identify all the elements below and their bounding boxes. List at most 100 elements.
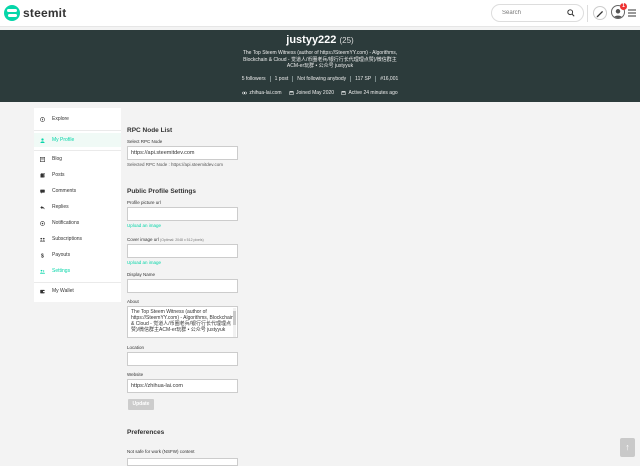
header-divider [587, 5, 588, 22]
sidebar-item-label: Notifications [52, 220, 80, 226]
sidebar-item-label: Payouts [52, 252, 71, 258]
sidebar-item-label: Posts [52, 172, 65, 178]
cover-image-url-field[interactable] [127, 244, 238, 258]
profile-name: justyy222 [286, 34, 337, 46]
svg-text:$: $ [41, 253, 44, 258]
submit-post-button[interactable] [593, 6, 607, 20]
preferences-title: Preferences [127, 429, 165, 436]
about-label: About [127, 299, 139, 304]
sidebar-item-label: Replies [52, 204, 69, 210]
settings-form: RPC Node List Select RPC Node https://ap… [127, 108, 427, 466]
sidebar-item-label: Subscriptions [52, 236, 83, 242]
joined-date: Joined May 2020 [295, 90, 335, 96]
search-box[interactable] [491, 4, 584, 22]
profile-name-line: justyy222 (25) [0, 34, 640, 46]
search-input[interactable] [502, 7, 562, 19]
sidebar-item-posts[interactable]: Posts [34, 168, 121, 182]
compass-icon [40, 116, 45, 122]
sidebar-item-label: Comments [52, 188, 77, 194]
reputation: (25) [339, 36, 354, 45]
steemit-logo[interactable]: steemit [4, 5, 66, 21]
sidebar-item-label: Explore [52, 116, 69, 122]
nsfw-label: Not safe for work (NSFW) content [127, 449, 195, 454]
posts-icon [40, 172, 45, 177]
sidebar-item-comments[interactable]: Comments [34, 184, 121, 198]
joined-meta: Joined May 2020 [289, 90, 334, 96]
sidebar-item-blog[interactable]: Blog [34, 152, 121, 166]
website-field[interactable]: https://zhihua-lai.com [127, 379, 238, 393]
user-icon [40, 137, 45, 143]
upload-profile-image-link[interactable]: Upload an image [127, 223, 161, 228]
dollar-icon: $ [41, 253, 44, 258]
replies-icon [40, 205, 45, 209]
rpc-selected-hint: Selected RPC Node : https://api.steemitd… [127, 162, 223, 167]
rpc-node-label: Select RPC Node [127, 139, 163, 144]
cover-image-label-text: Cover image url [127, 237, 159, 242]
sidebar: Explore My Profile Blog Posts Comments R… [34, 108, 121, 302]
active-meta: Active 24 minutes ago [341, 90, 398, 96]
search-icon[interactable] [567, 9, 575, 17]
about-scrollbar[interactable] [233, 308, 236, 337]
rpc-section-title: RPC Node List [127, 127, 173, 134]
sidebar-item-label: Blog [52, 156, 63, 162]
profile-banner: justyy222 (25) The Top Steem Witness (au… [0, 30, 640, 102]
divider [34, 282, 121, 283]
nsfw-select[interactable] [127, 458, 238, 466]
link-icon [242, 91, 248, 94]
rpc-node-select[interactable]: https://api.steemitdev.com [127, 146, 238, 160]
sidebar-item-subscriptions[interactable]: Subscriptions [34, 232, 121, 246]
following-count[interactable]: Not following anybody [293, 76, 352, 82]
rank: #16,001 [380, 76, 399, 82]
steem-power: 117 SP [351, 76, 377, 82]
display-name-label: Display Name [127, 272, 156, 277]
sidebar-item-label: My Wallet [52, 288, 74, 294]
last-active: Active 24 minutes ago [348, 90, 398, 96]
profile-picture-url-field[interactable] [127, 207, 238, 221]
blog-icon [40, 156, 45, 162]
website-meta[interactable]: zhihua-lai.com [242, 90, 282, 96]
about-textarea[interactable]: The Top Steem Witness (author of https:/… [127, 306, 238, 338]
wallet-icon [40, 289, 45, 293]
logo-text: steemit [23, 6, 67, 20]
cover-image-label: Cover image url (Optimal: 2048 x 512 pix… [127, 237, 204, 242]
hamburger-menu-icon[interactable] [628, 9, 636, 17]
divider [34, 150, 121, 151]
calendar-icon [289, 90, 294, 95]
subscriptions-icon [40, 237, 45, 241]
sidebar-item-settings[interactable]: Settings [34, 264, 121, 278]
settings-icon [40, 269, 45, 274]
sidebar-item-explore[interactable]: Explore [34, 112, 121, 126]
profile-meta: zhihua-lai.com Joined May 2020 Active 24… [0, 90, 640, 96]
location-field[interactable] [127, 352, 238, 366]
sidebar-item-label: Settings [52, 268, 71, 274]
divider [34, 130, 121, 131]
about-scrollbar-thumb[interactable] [233, 311, 236, 325]
sidebar-item-notifications[interactable]: Notifications [34, 216, 121, 230]
pencil-icon [596, 10, 604, 18]
scroll-to-top-button[interactable]: ↑ [620, 438, 635, 457]
public-profile-title: Public Profile Settings [127, 188, 196, 195]
display-name-field[interactable] [127, 279, 238, 293]
sidebar-item-my-profile[interactable]: My Profile [34, 133, 121, 147]
website-link[interactable]: zhihua-lai.com [249, 90, 281, 96]
profile-stats: 5 followers 1 post Not following anybody 11… [0, 76, 640, 82]
top-bar: steemit 1 [0, 0, 640, 27]
steemit-logo-icon [4, 5, 20, 21]
sidebar-item-label: My Profile [52, 137, 75, 143]
profile-bio: The Top Steem Witness (author of https:/… [242, 50, 398, 69]
cover-image-hint: (Optimal: 2048 x 512 pixels) [160, 238, 204, 242]
location-label: Location [127, 345, 145, 350]
sidebar-item-replies[interactable]: Replies [34, 200, 121, 214]
calendar-icon [341, 90, 346, 95]
sidebar-item-payouts[interactable]: $ Payouts [34, 248, 121, 262]
post-count: 1 post [270, 76, 294, 82]
upload-cover-image-link[interactable]: Upload an image [127, 260, 161, 265]
followers-count[interactable]: 5 followers [237, 76, 271, 82]
notification-badge[interactable]: 1 [620, 3, 627, 10]
sidebar-item-my-wallet[interactable]: My Wallet [34, 284, 121, 298]
website-label: Website [127, 372, 144, 377]
about-text: The Top Steem Witness (author of https:/… [131, 309, 234, 333]
profile-picture-label: Profile picture url [127, 200, 161, 205]
bell-icon [40, 220, 45, 226]
update-button[interactable]: Update [128, 399, 154, 410]
